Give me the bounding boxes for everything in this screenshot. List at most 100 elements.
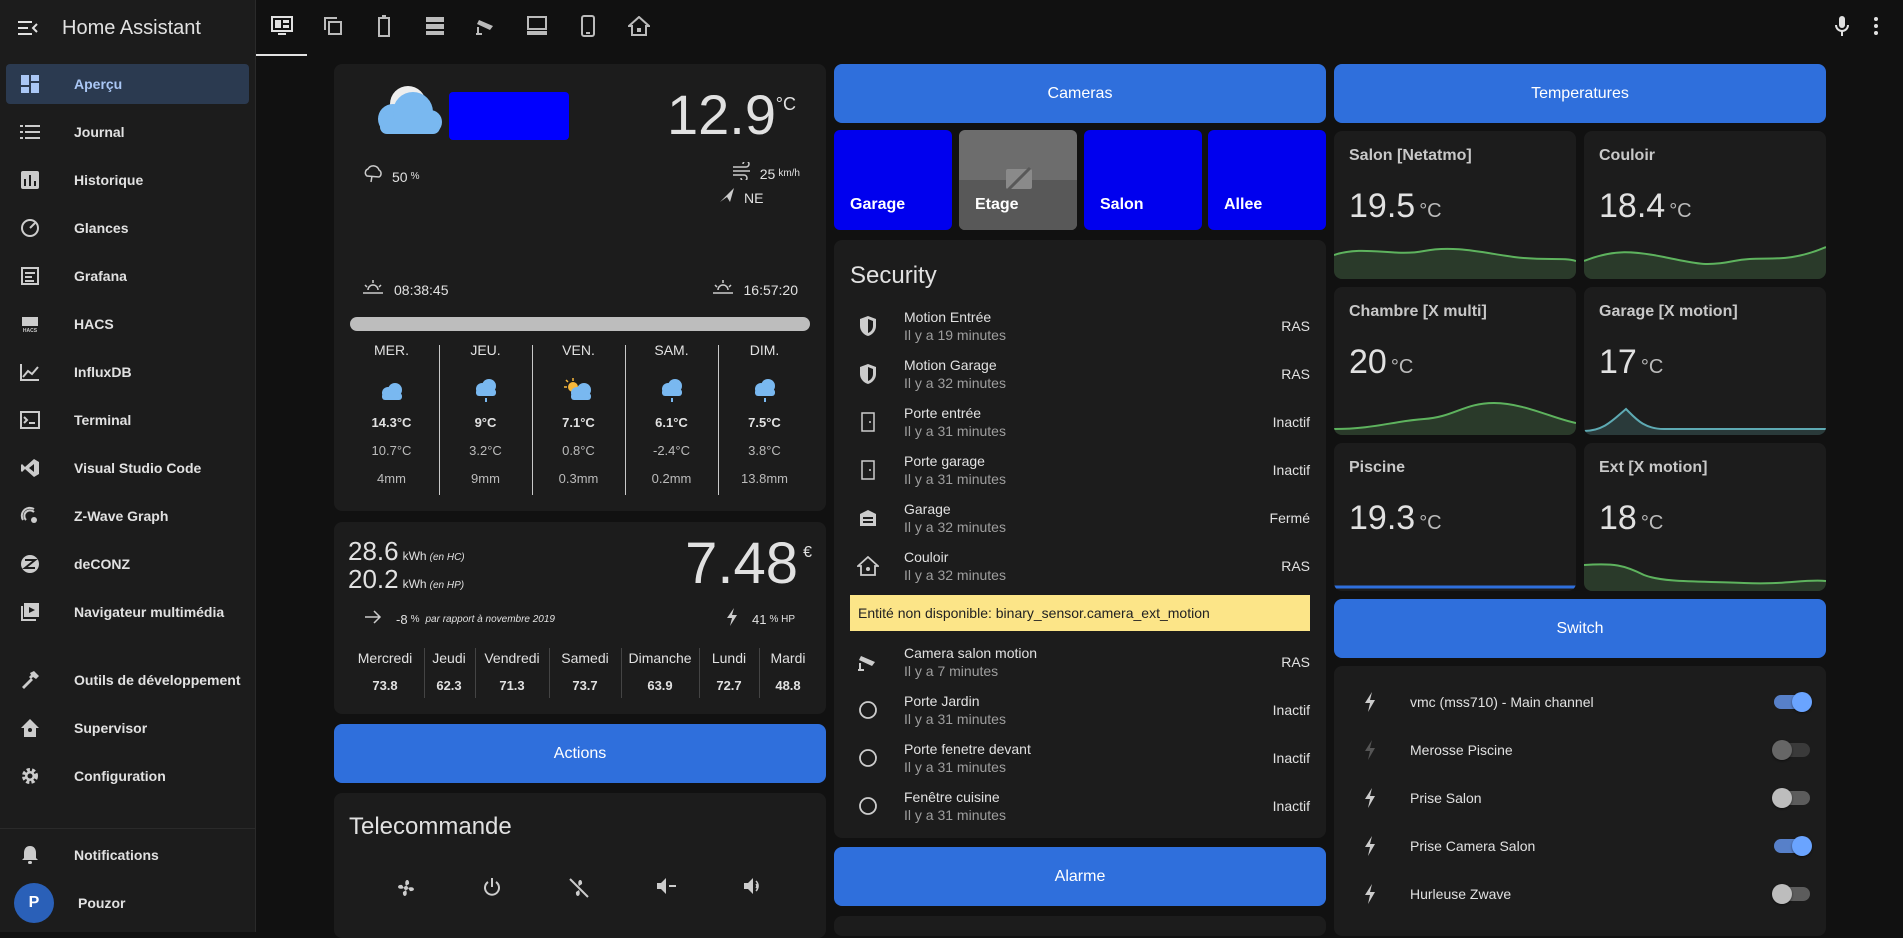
temp-tile-garage[interactable]: Garage [X motion] 17 °C: [1584, 287, 1826, 435]
alarme-button[interactable]: Alarme: [834, 847, 1326, 906]
security-row[interactable]: Fenêtre cuisine Il y a 31 minutes Inactif: [834, 782, 1326, 830]
security-row[interactable]: Porte entrée Il y a 31 minutes Inactif: [834, 398, 1326, 446]
rainy-icon: [439, 371, 532, 411]
svg-text:HACS: HACS: [23, 328, 38, 334]
energy-day: Mercredi 73.8: [346, 650, 424, 693]
sidebar-item-dev-tools[interactable]: Outils de développement: [6, 660, 249, 700]
security-row[interactable]: Porte garage Il y a 31 minutes Inactif: [834, 446, 1326, 494]
more-vert-icon[interactable]: [1873, 16, 1879, 41]
temp-tile-salon[interactable]: Salon [Netatmo] 19.5 °C: [1334, 131, 1576, 279]
sidebar-item-journal[interactable]: Journal: [6, 112, 249, 152]
security-row-state: RAS: [1281, 366, 1310, 382]
sidebar-item-glances[interactable]: Glances: [6, 208, 249, 248]
sidebar-item-user[interactable]: P Pouzor: [6, 883, 249, 923]
temp-tile-ext[interactable]: Ext [X motion] 18 °C: [1584, 443, 1826, 591]
switch-row[interactable]: Prise Salon: [1334, 774, 1826, 822]
temp-tile-couloir[interactable]: Couloir 18.4 °C: [1584, 131, 1826, 279]
temp-tile-piscine[interactable]: Piscine 19.3 °C: [1334, 443, 1576, 591]
switch-toggle[interactable]: [1772, 884, 1810, 904]
energy-total: 7.48: [685, 531, 798, 596]
menu-toggle-icon[interactable]: [16, 16, 40, 40]
switch-row[interactable]: vmc (mss710) - Main channel: [1334, 678, 1826, 726]
console-icon: [18, 408, 42, 432]
sidebar-item-supervisor[interactable]: Supervisor: [6, 708, 249, 748]
weather-temperature: 12.9: [667, 83, 776, 146]
microphone-icon[interactable]: [1835, 15, 1849, 41]
sidebar-item-media[interactable]: Navigateur multimédia: [6, 592, 249, 632]
temp-tile-chambre[interactable]: Chambre [X multi] 20 °C: [1334, 287, 1576, 435]
sidebar-item-grafana[interactable]: Grafana: [6, 256, 249, 296]
camera-label: Allee: [1224, 196, 1263, 213]
energy-hc-note: (en HC): [429, 552, 465, 563]
temp-unit: °C: [1640, 356, 1664, 378]
cog-icon: [18, 764, 42, 788]
switch-toggle[interactable]: [1774, 836, 1812, 856]
camera-allee[interactable]: Allee: [1208, 130, 1326, 230]
tab-multiple[interactable]: [307, 0, 358, 56]
security-row[interactable]: Porte fenetre devant Il y a 31 minutes In…: [834, 734, 1326, 782]
sidebar-item-hacs[interactable]: HACS HACS: [6, 304, 249, 344]
sparkline-graph: [1584, 407, 1826, 435]
camera-etage[interactable]: Etage: [959, 130, 1077, 230]
volume-minus-icon[interactable]: [656, 877, 678, 904]
sparkline-graph: [1334, 247, 1576, 279]
forecast-day: MER. 14.3°C 10.7°C 4mm: [345, 341, 438, 486]
security-row[interactable]: Motion Garage Il y a 32 minutes RAS: [834, 350, 1326, 398]
sparkline-graph: [1584, 246, 1826, 279]
sidebar-item-vscode[interactable]: Visual Studio Code: [6, 448, 249, 488]
app-title: Home Assistant: [62, 16, 201, 39]
forecast-day-label: JEU.: [470, 342, 501, 358]
tab-server[interactable]: [409, 0, 460, 56]
switch-row[interactable]: Hurleuse Zwave: [1334, 870, 1826, 918]
trend-unit: %: [410, 614, 420, 625]
switch-row[interactable]: Prise Camera Salon: [1334, 822, 1826, 870]
fan-off-icon[interactable]: [568, 877, 590, 904]
media-icon: [18, 600, 42, 624]
sidebar-item-notifications[interactable]: Notifications: [6, 835, 249, 875]
temp-tile-label: Chambre [X multi]: [1349, 303, 1487, 320]
tab-camera[interactable]: [460, 0, 511, 56]
tab-overview[interactable]: [256, 0, 307, 56]
user-name: Pouzor: [78, 895, 126, 911]
sidebar-item-apercu[interactable]: Aperçu: [6, 64, 249, 104]
sidebar-item-influxdb[interactable]: InfluxDB: [6, 352, 249, 392]
fan-icon[interactable]: [395, 877, 417, 904]
volume-plus-icon[interactable]: [743, 877, 765, 904]
sidebar-item-zwave-graph[interactable]: Z-Wave Graph: [6, 496, 249, 536]
camera-salon[interactable]: Salon: [1084, 130, 1202, 230]
switch-toggle[interactable]: [1772, 788, 1810, 808]
security-row[interactable]: Couloir Il y a 32 minutes RAS: [834, 542, 1326, 590]
security-row-state: Inactif: [1272, 702, 1310, 718]
forecast-day-label: DIM.: [749, 342, 780, 358]
sidebar-item-label: Notifications: [74, 847, 159, 863]
temperatures-button[interactable]: Temperatures: [1334, 64, 1826, 123]
power-icon[interactable]: [482, 877, 502, 904]
switch-toggle[interactable]: [1774, 692, 1812, 712]
security-row[interactable]: Porte Jardin Il y a 31 minutes Inactif: [834, 686, 1326, 734]
switch-row[interactable]: Merosse Piscine: [1334, 726, 1826, 774]
actions-button[interactable]: Actions: [334, 724, 826, 783]
energy-divider: [475, 648, 476, 698]
tab-desktop[interactable]: [511, 0, 562, 56]
forecast-high: 7.1°C: [562, 415, 595, 430]
tab-home[interactable]: [613, 0, 664, 56]
cameras-button[interactable]: Cameras: [834, 64, 1326, 123]
switch-toggle[interactable]: [1772, 740, 1810, 760]
security-row-time: Il y a 31 minutes: [904, 711, 1006, 727]
camera-garage[interactable]: Garage: [834, 130, 952, 230]
sidebar-item-terminal[interactable]: Terminal: [6, 400, 249, 440]
flash-icon: [1360, 690, 1380, 714]
switch-button[interactable]: Switch: [1334, 599, 1826, 658]
security-row-time: Il y a 31 minutes: [904, 423, 1006, 439]
tab-battery[interactable]: [358, 0, 409, 56]
security-row[interactable]: Garage Il y a 32 minutes Fermé: [834, 494, 1326, 542]
sidebar-item-configuration[interactable]: Configuration: [6, 756, 249, 796]
temp-unit: °C: [1419, 200, 1442, 222]
energy-day-value: 73.7: [572, 678, 598, 693]
sidebar-item-historique[interactable]: Historique: [6, 160, 249, 200]
forecast-high: 6.1°C: [655, 415, 688, 430]
tab-phone[interactable]: [562, 0, 613, 56]
security-row[interactable]: Camera salon motion Il y a 7 minutes RAS: [834, 638, 1326, 686]
security-row[interactable]: Motion Entrée Il y a 19 minutes RAS: [834, 302, 1326, 350]
sidebar-item-deconz[interactable]: deCONZ: [6, 544, 249, 584]
